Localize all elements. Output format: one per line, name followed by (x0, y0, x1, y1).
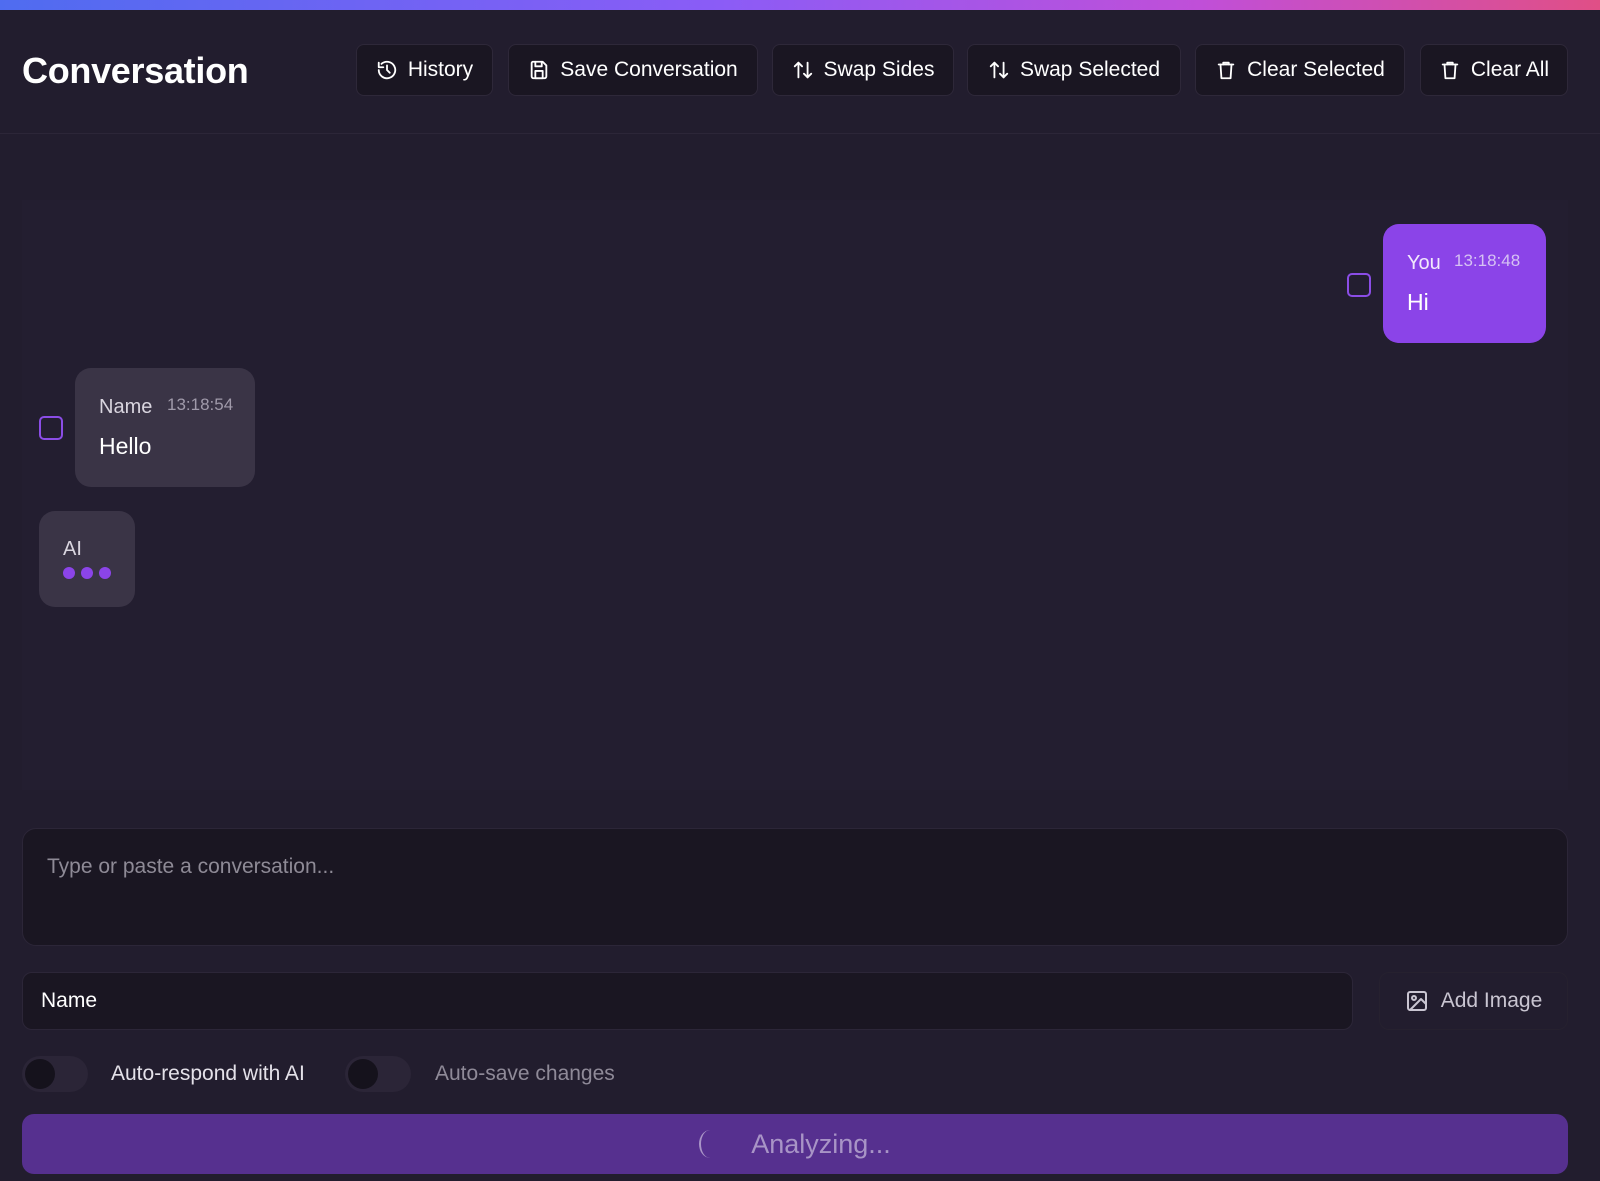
history-button[interactable]: History (356, 44, 493, 96)
message-text: Hi (1407, 289, 1429, 315)
swap-sides-button[interactable]: Swap Sides (772, 44, 954, 96)
add-image-label: Add Image (1440, 989, 1543, 1012)
auto-save-toggle[interactable] (345, 1056, 411, 1092)
trash-icon (1217, 61, 1235, 80)
auto-respond-toggle[interactable] (22, 1056, 88, 1092)
swap-selected-button[interactable]: Swap Selected (967, 44, 1181, 96)
swap-vertical-icon (793, 61, 812, 79)
auto-respond-label: Auto-respond with AI (111, 1062, 305, 1085)
auto-save-label: Auto-save changes (435, 1062, 615, 1085)
message-text: Hello (99, 433, 152, 459)
typing-sender: AI (63, 538, 82, 560)
save-conversation-label: Save Conversation (560, 58, 738, 81)
message-select-checkbox[interactable] (1347, 273, 1371, 297)
add-image-button[interactable]: Add Image (1379, 972, 1568, 1030)
analyze-button-label: Analyzing... (751, 1128, 891, 1159)
message-timestamp: 13:18:54 (167, 395, 234, 414)
toggle-knob (25, 1059, 55, 1089)
history-button-label: History (407, 58, 474, 81)
message-sender: You (1407, 252, 1441, 274)
conversation-input[interactable] (22, 828, 1568, 946)
name-input[interactable] (22, 972, 1353, 1030)
trash-icon (1441, 61, 1459, 80)
typing-indicator-bubble: AI (39, 511, 135, 607)
loading-spinner-icon (699, 1130, 721, 1158)
swap-vertical-icon (989, 61, 1009, 79)
image-icon (1406, 991, 1427, 1011)
header: Conversation History Save Conversation S… (0, 10, 1600, 134)
typing-dot (81, 567, 93, 579)
typing-dot (99, 567, 111, 579)
typing-dot (63, 567, 75, 579)
clear-selected-button[interactable]: Clear Selected (1195, 44, 1405, 96)
toggle-knob (348, 1059, 378, 1089)
save-conversation-button[interactable]: Save Conversation (508, 44, 758, 96)
message-bubble-other[interactable]: Name 13:18:54 Hello (75, 368, 255, 487)
message-timestamp: 13:18:48 (1454, 251, 1521, 270)
top-accent-bar (0, 0, 1600, 10)
analyze-button[interactable]: Analyzing... (22, 1114, 1568, 1174)
clear-selected-label: Clear Selected (1247, 58, 1385, 81)
message-sender: Name (99, 396, 153, 418)
page-title: Conversation (22, 50, 249, 91)
swap-selected-label: Swap Selected (1019, 58, 1161, 81)
message-select-checkbox[interactable] (39, 416, 63, 440)
history-icon (377, 60, 396, 80)
swap-sides-label: Swap Sides (823, 58, 935, 81)
clear-all-button[interactable]: Clear All (1420, 44, 1568, 96)
save-icon (531, 60, 548, 80)
clear-all-label: Clear All (1470, 58, 1550, 81)
message-bubble-user[interactable]: You 13:18:48 Hi (1383, 224, 1546, 343)
chat-area[interactable]: You 13:18:48 Hi Name 13:18:54 Hello AI (22, 200, 1568, 790)
